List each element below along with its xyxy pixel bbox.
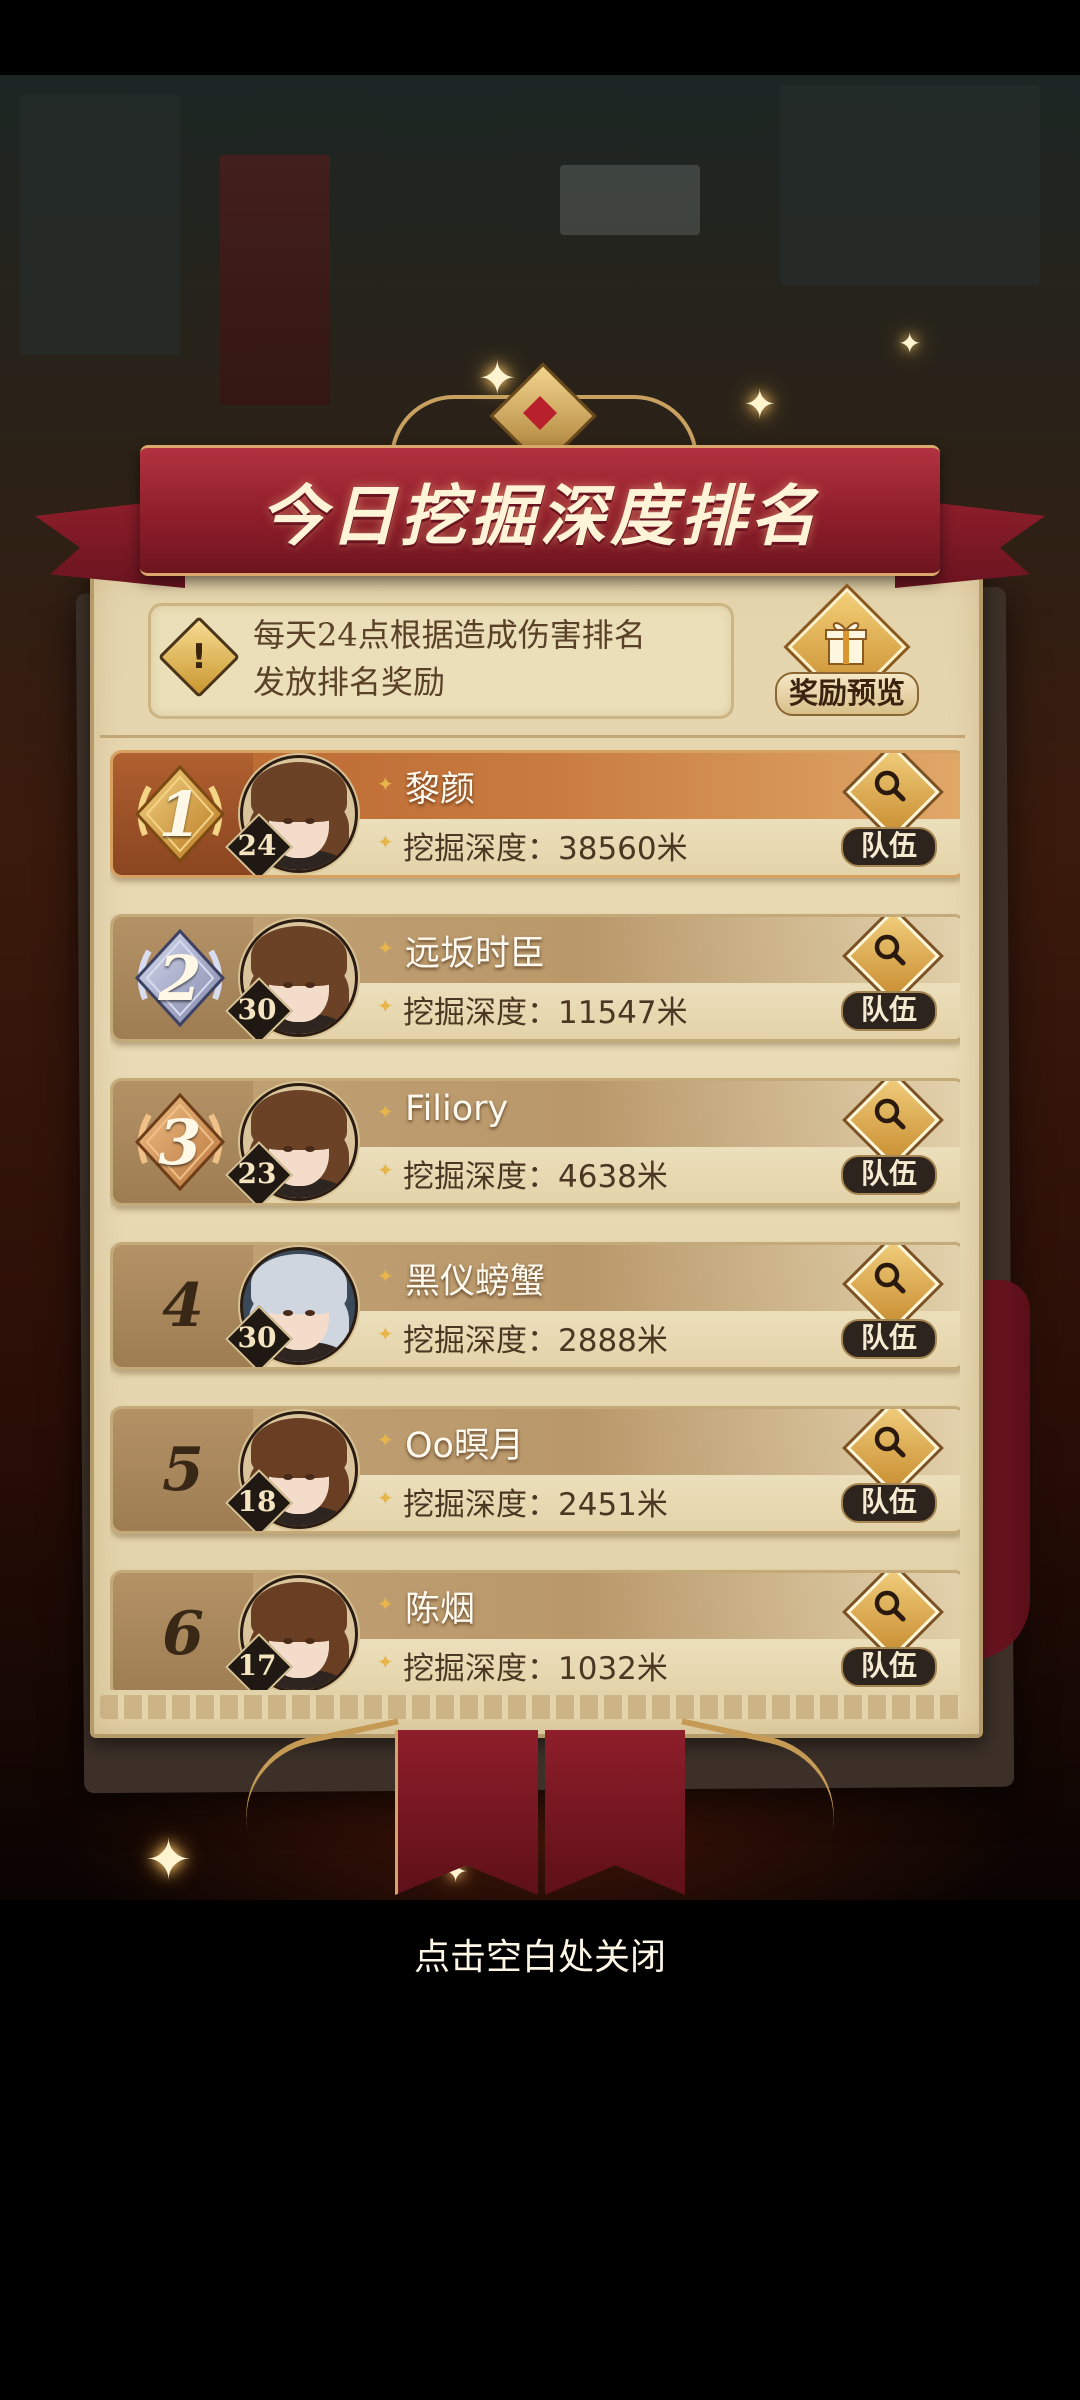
player-name: Filiory [405,1089,509,1129]
bullet-star-icon: ✦ [377,772,394,796]
dig-depth-value: 挖掘深度：2451米 [403,1487,668,1523]
dig-depth-value: 挖掘深度：11547米 [403,995,688,1031]
ranking-row: 6 17 ✦ 陈烟 ✦ 挖掘深度：1032米 队伍 [110,1570,960,1690]
search-icon [874,934,906,966]
bullet-star-icon: ✦ [377,994,394,1018]
team-label: 队伍 [841,1155,937,1195]
background-shelf [780,85,1040,285]
exclamation-icon: ! [191,637,207,677]
search-icon [874,770,906,802]
ranking-row: 5 18 ✦ Oo暝月 ✦ 挖掘深度：2451米 队伍 [110,1406,960,1534]
bullet-star-icon: ✦ [377,1592,394,1616]
dig-depth-value: 挖掘深度：4638米 [403,1159,668,1195]
view-team-button[interactable]: 队伍 [838,1573,940,1690]
page-title: 今日挖掘深度排名 [260,476,820,555]
search-icon [874,1262,906,1294]
gift-icon [825,622,867,665]
bullet-star-icon: ✦ [377,1650,394,1674]
view-team-button[interactable]: 队伍 [838,1081,940,1199]
info-text: 每天24点根据造成伤害排名 发放排名奖励 [253,612,713,706]
sparkle-icon: ✦ [145,1828,192,1893]
close-hint[interactable]: 点击空白处关闭 [0,1928,1080,1980]
player-name: Oo暝月 [405,1426,524,1466]
team-label: 队伍 [841,991,937,1031]
background-window [560,165,700,235]
rank-number: 1 [158,777,202,851]
reward-preview-button[interactable]: 奖励预览 [775,587,919,716]
dig-depth-value: 挖掘深度：1032米 [403,1651,668,1687]
bullet-star-icon: ✦ [377,936,394,960]
player-level: 23 [237,1156,277,1190]
sparkle-icon: ✦ [743,382,777,428]
reward-preview-label: 奖励预览 [775,672,919,716]
bullet-star-icon: ✦ [377,1428,394,1452]
bullet-star-icon: ✦ [377,1158,394,1182]
search-icon [874,1590,906,1622]
title-banner: 今日挖掘深度排名 [140,445,940,576]
player-level: 30 [237,1320,277,1354]
info-line-2: 发放排名奖励 [253,663,446,701]
search-icon [874,1426,906,1458]
ranking-row: 4 30 ✦ 黑仪螃蟹 ✦ 挖掘深度：2888米 队伍 [110,1242,960,1370]
search-icon [874,1098,906,1130]
team-label: 队伍 [841,1319,937,1359]
dig-depth-value: 挖掘深度：38560米 [403,831,688,867]
player-level: 24 [237,828,277,862]
player-name: 远坂时臣 [405,934,546,974]
bullet-star-icon: ✦ [377,1322,394,1346]
bullet-star-icon: ✦ [377,1486,394,1510]
bullet-star-icon: ✦ [377,1100,394,1124]
ranking-list[interactable]: 1 24 ✦ 黎颜 ✦ 挖掘深度：38560米 队伍 2 30 ✦ 远坂时臣 ✦ 挖掘深度：11547米… [110,750,960,1690]
dig-depth-value: 挖掘深度：2888米 [403,1323,668,1359]
ranking-screen[interactable]: ✦ ✦ ✦ ✦ ✦ 今日挖掘深度排名 ! 每天24点根据造成伤害排名 发放排名奖… [0,0,1080,2400]
ranking-row: 3 23 ✦ Filiory ✦ 挖掘深度：4638米 队伍 [110,1078,960,1206]
player-name: 黎颜 [405,770,476,810]
view-team-button[interactable]: 队伍 [838,1245,940,1363]
panel-bottom-border [100,1695,960,1719]
rank-number: 2 [158,941,202,1015]
player-level: 30 [237,992,277,1026]
team-label: 队伍 [841,1483,937,1523]
player-name: 黑仪螃蟹 [405,1262,546,1302]
team-label: 队伍 [841,827,937,867]
rank-number: 3 [158,1105,202,1179]
view-team-button[interactable]: 队伍 [838,753,940,871]
player-level: 18 [237,1484,277,1518]
ranking-row: 1 24 ✦ 黎颜 ✦ 挖掘深度：38560米 队伍 [110,750,960,878]
view-team-button[interactable]: 队伍 [838,1409,940,1527]
background-shelf [20,95,180,355]
player-name: 陈烟 [405,1590,476,1630]
background-banner [220,155,330,405]
sparkle-icon: ✦ [898,327,922,360]
info-line-1: 每天24点根据造成伤害排名 [253,616,646,654]
bullet-star-icon: ✦ [377,830,394,854]
view-team-button[interactable]: 队伍 [838,917,940,1035]
bullet-star-icon: ✦ [377,1264,394,1288]
ranking-row: 2 30 ✦ 远坂时臣 ✦ 挖掘深度：11547米 队伍 [110,914,960,1042]
player-level: 17 [237,1648,277,1682]
team-label: 队伍 [841,1647,937,1687]
